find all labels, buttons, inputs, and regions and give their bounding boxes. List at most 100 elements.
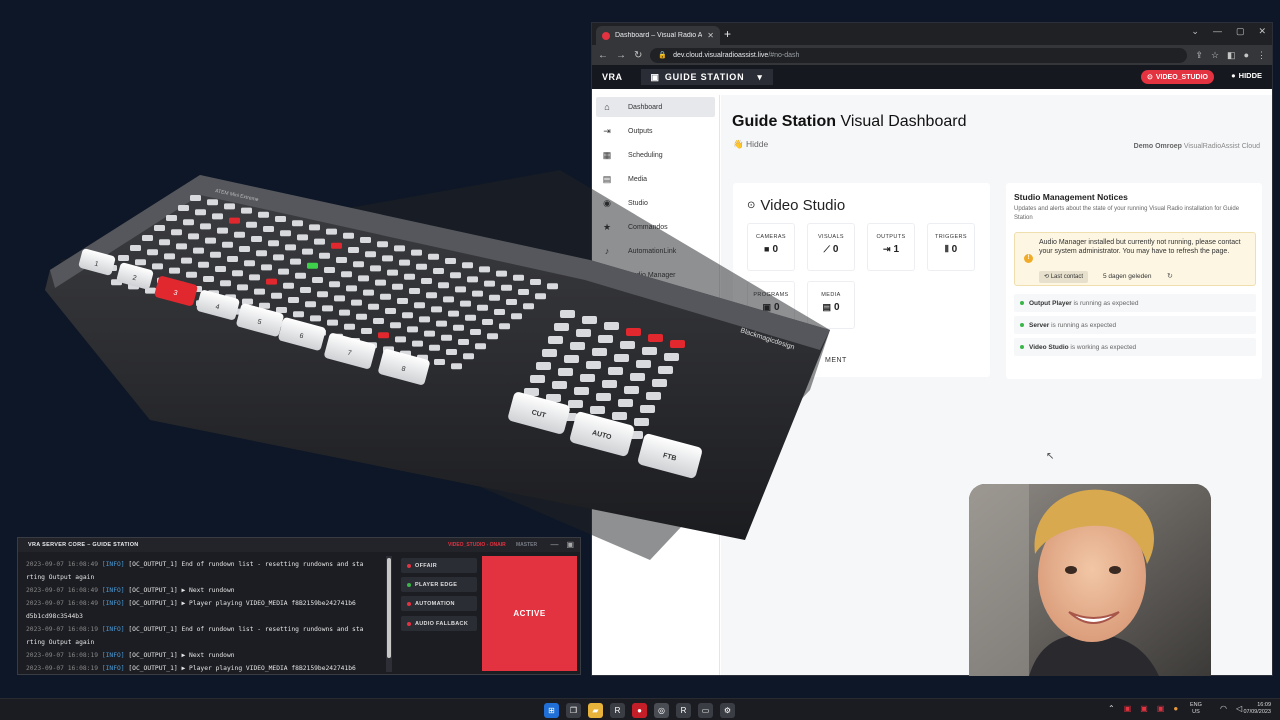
wifi-icon[interactable]: ◠ (1220, 704, 1227, 713)
close-window-icon[interactable]: ✕ (1258, 26, 1266, 37)
clock[interactable]: 16:09 07/09/2023 (1243, 702, 1271, 716)
vra-app-icon[interactable]: R (610, 703, 625, 718)
atem-small-key (343, 232, 354, 239)
vra-server-icon[interactable]: R (676, 703, 691, 718)
chrome-icon[interactable]: ◎ (654, 703, 669, 718)
log-timestamp: 2023-09-07 16:08:19 (26, 626, 99, 633)
stat-label: CAMERAS (756, 234, 786, 240)
remote-desktop-icon[interactable]: ▭ (698, 703, 713, 718)
studio-icon: ⊙ (747, 200, 756, 211)
reload-icon[interactable]: ↻ (634, 50, 642, 61)
atem-small-key (135, 259, 146, 266)
atem-small-key (523, 303, 534, 310)
language-indicator[interactable]: ENG US (1190, 702, 1202, 716)
stat-media[interactable]: MEDIA ▤ 0 (807, 281, 855, 329)
tray-app-icon[interactable]: ▣ (1124, 704, 1132, 713)
microphone-icon[interactable]: ● (1173, 704, 1178, 713)
log-scrollbar[interactable] (386, 556, 392, 672)
master-tab[interactable]: MASTER (516, 542, 537, 548)
atem-small-key (249, 274, 260, 281)
user-menu[interactable]: ● HIDDE (1231, 71, 1262, 80)
mode-audio-fallback-button[interactable]: AUDIO FALLBACK (401, 616, 477, 631)
brand-logo[interactable]: VRA (602, 72, 623, 82)
atem-small-key (363, 289, 374, 296)
stat-triggers[interactable]: TRIGGERS ⫴ 0 (927, 223, 975, 271)
sidebar-item-audio-manager[interactable]: ♫ Audio Manager (596, 265, 715, 285)
atem-small-key (276, 307, 287, 313)
atem-small-key (283, 282, 294, 289)
tray-chevron-icon[interactable]: ⌃ (1108, 704, 1115, 713)
last-contact-chip[interactable]: ⟲ Last contact (1039, 271, 1089, 283)
webcam-overlay (969, 484, 1211, 676)
sidebar-item-outputs[interactable]: ⇥ Outputs (596, 121, 715, 141)
sidebar-item-automationlink[interactable]: ♪ AutomationLink (596, 241, 715, 261)
new-tab-icon[interactable]: + (724, 27, 731, 41)
server-core-window: VRA SERVER CORE – GUIDE STATION VIDEO_ST… (17, 537, 581, 675)
status-text: is running as expected (1051, 321, 1117, 329)
close-icon[interactable]: ▣ (566, 540, 574, 549)
atem-small-key (227, 256, 238, 262)
sidebar-item-studio[interactable]: ◉ Studio (596, 193, 715, 213)
settings-icon[interactable]: ⚙ (720, 703, 735, 718)
menu-kebab-icon[interactable]: ⋮ (1257, 50, 1266, 61)
back-icon[interactable]: ← (598, 50, 608, 61)
atem-small-key (290, 258, 301, 265)
studio-status-pill[interactable]: ⊙ VIDEO_STUDIO (1141, 70, 1214, 84)
atem-small-key (436, 320, 447, 327)
atem-small-key (230, 308, 241, 315)
mode-offair-button[interactable]: OFFAIR (401, 558, 477, 573)
atem-small-key (154, 225, 165, 231)
sidebar-item-scheduling[interactable]: ▦ Scheduling (596, 145, 715, 165)
minimize-icon[interactable]: — (550, 540, 558, 549)
atem-small-key (412, 340, 423, 347)
atem-right-key (552, 381, 567, 389)
status-row: Video Studio is working as expected (1014, 338, 1256, 356)
sidebar-item-dashboard[interactable]: ⌂ Dashboard (596, 97, 715, 117)
atem-right-key (576, 329, 591, 337)
atem-small-key (349, 338, 360, 344)
bookmark-star-icon[interactable]: ☆ (1211, 50, 1219, 61)
stat-outputs[interactable]: OUTPUTS ⇥ 1 (867, 223, 915, 271)
studio-card-footer[interactable]: MENT (825, 357, 847, 364)
atem-small-key (302, 248, 313, 255)
scrollbar-thumb[interactable] (387, 558, 391, 658)
browser-tab[interactable]: Dashboard – Visual Radio Assist ✕ (596, 26, 720, 45)
status-text-wrap: Video Studio is working as expected (1029, 344, 1136, 351)
profile-icon[interactable]: ● (1244, 50, 1249, 61)
atem-small-key (162, 291, 173, 298)
sidepanel-icon[interactable]: ◧ (1227, 50, 1236, 61)
tray-app-icon[interactable]: ▣ (1140, 704, 1148, 713)
close-tab-icon[interactable]: ✕ (707, 31, 714, 40)
atem-small-key (339, 309, 350, 316)
station-selector[interactable]: ▣ GUIDE STATION ▾ (640, 69, 773, 85)
stat-programs[interactable]: PROGRAMS ▣ 0 (747, 281, 795, 329)
tab-search-icon[interactable]: ⌄ (1191, 26, 1199, 37)
forward-icon[interactable]: → (616, 50, 626, 61)
refresh-icon[interactable]: ↻ (1167, 272, 1173, 280)
sidebar-item-commandos[interactable]: ★ Commandos (596, 217, 715, 237)
mode-player-edge-button[interactable]: PLAYER EDGE (401, 577, 477, 592)
tray-app-icon[interactable]: ▣ (1157, 704, 1165, 713)
minimize-icon[interactable]: — (1213, 26, 1222, 37)
stat-cameras[interactable]: CAMERAS ■ 0 (747, 223, 795, 271)
sidebar-item-label: Studio (628, 199, 648, 207)
sidebar-item-media[interactable]: ▤ Media (596, 169, 715, 189)
onair-tab[interactable]: VIDEO_STUDIO - ONAIR (448, 542, 506, 548)
url-input[interactable]: 🔒 dev.cloud.visualradioassist.live/#no-d… (650, 47, 1188, 63)
atem-small-key (530, 279, 541, 285)
stat-visuals[interactable]: VISUALS ⟋ 0 (807, 223, 855, 271)
greeting: 👋 Hidde (733, 139, 768, 150)
share-icon[interactable]: ⇪ (1195, 50, 1203, 61)
mode-automation-button[interactable]: AUTOMATION (401, 596, 477, 611)
file-explorer-icon[interactable]: ▰ (588, 703, 603, 718)
start-windows-icon[interactable]: ⊞ (544, 703, 559, 718)
recorder-app-icon[interactable]: ● (632, 703, 647, 718)
atem-small-key (368, 303, 379, 310)
task-view-icon[interactable]: ❐ (566, 703, 581, 718)
active-status-button[interactable]: ACTIVE (482, 556, 577, 671)
notices-title: Studio Management Notices (1014, 192, 1128, 202)
maximize-icon[interactable]: ▢ (1236, 26, 1245, 37)
log-line: rting Output again (26, 571, 384, 584)
volume-icon[interactable]: ◁ (1236, 704, 1242, 713)
page-title: Guide Station Visual Dashboard (732, 113, 966, 131)
